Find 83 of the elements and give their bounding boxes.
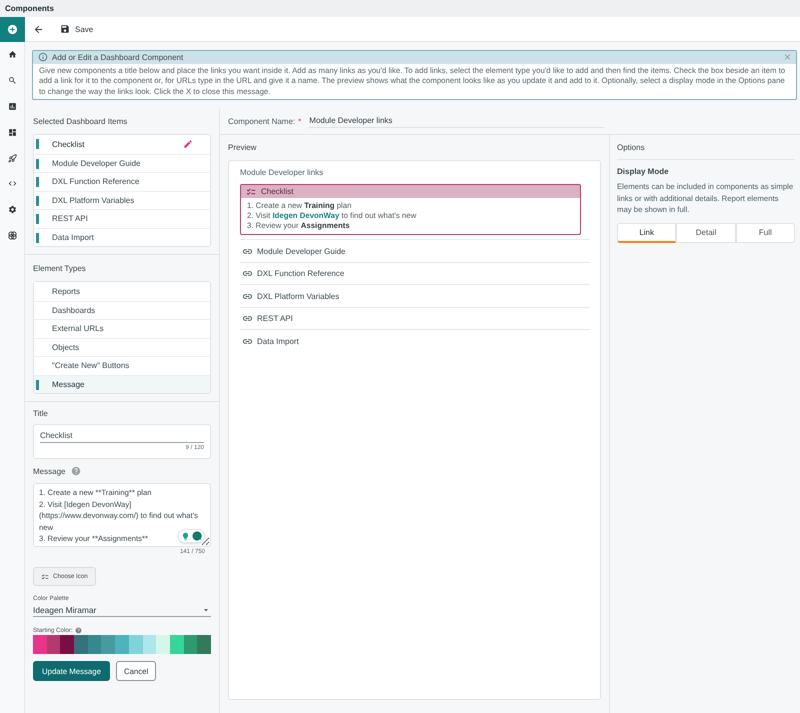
item-label: Data Import bbox=[52, 232, 94, 242]
pencil-icon[interactable] bbox=[183, 139, 193, 150]
item-label: External URLs bbox=[52, 324, 104, 334]
settings-icon bbox=[8, 205, 17, 214]
checklist-icon bbox=[246, 186, 256, 196]
back-arrow-icon bbox=[33, 24, 44, 34]
selection-marker bbox=[36, 214, 38, 224]
title-input[interactable]: Checklist bbox=[40, 429, 204, 443]
circles-icon bbox=[8, 230, 17, 240]
preview-link[interactable]: Module Developer Guide bbox=[257, 246, 346, 256]
name-input[interactable]: Module Developer links bbox=[309, 114, 604, 128]
lightbulb-icon bbox=[181, 532, 190, 540]
panel-heading: Preview bbox=[228, 143, 256, 152]
item-label: REST API bbox=[52, 214, 88, 224]
section-heading: Element Types bbox=[33, 264, 86, 272]
color-swatch[interactable] bbox=[128, 635, 142, 654]
preview-link[interactable]: Data Import bbox=[257, 336, 299, 346]
list-item[interactable]: Module Developer Guide bbox=[34, 154, 210, 172]
home-icon bbox=[8, 50, 17, 60]
color-swatch[interactable] bbox=[74, 635, 88, 654]
help-icon[interactable] bbox=[71, 466, 82, 476]
color-swatch[interactable] bbox=[184, 635, 198, 654]
color-swatch[interactable] bbox=[88, 635, 102, 654]
list-item[interactable]: Data Import bbox=[34, 228, 210, 246]
item-label: Message bbox=[52, 380, 84, 389]
message-title: Checklist bbox=[261, 187, 294, 196]
field-label: Title bbox=[33, 408, 48, 418]
color-swatch[interactable] bbox=[170, 635, 184, 654]
color-swatch[interactable] bbox=[197, 635, 211, 654]
item-label: Reports bbox=[52, 286, 80, 296]
selection-marker bbox=[36, 139, 38, 149]
rocket-icon bbox=[8, 154, 17, 163]
selection-marker bbox=[36, 177, 38, 187]
field-label: Message bbox=[33, 466, 66, 476]
assistant-badge[interactable] bbox=[178, 529, 205, 543]
color-swatch[interactable] bbox=[101, 635, 116, 654]
banner-title: Add or Edit a Dashboard Component bbox=[52, 52, 184, 62]
help-icon[interactable] bbox=[74, 627, 82, 634]
close-icon bbox=[783, 52, 792, 62]
item-label: Dashboards bbox=[52, 306, 96, 315]
info-icon bbox=[38, 52, 48, 62]
panel-heading: Options bbox=[617, 142, 645, 152]
dashboard-icon bbox=[8, 128, 17, 137]
save-button[interactable]: Save bbox=[57, 22, 96, 36]
chat-bubble-icon bbox=[192, 531, 202, 541]
mode-tab[interactable]: Detail bbox=[676, 222, 736, 242]
component-title: Module Developer links bbox=[240, 167, 324, 178]
color-swatch[interactable] bbox=[60, 635, 74, 654]
code-icon bbox=[8, 179, 17, 188]
add-icon bbox=[7, 24, 18, 35]
mode-tab[interactable]: Link bbox=[617, 222, 676, 242]
color-swatch[interactable] bbox=[33, 635, 47, 654]
item-label: Module Developer Guide bbox=[52, 158, 140, 168]
color-swatch[interactable] bbox=[142, 635, 156, 654]
search-icon bbox=[8, 76, 17, 86]
item-label: DXL Platform Variables bbox=[52, 196, 134, 205]
preview-link[interactable]: REST API bbox=[257, 314, 293, 324]
selection-marker bbox=[36, 380, 38, 390]
display-mode-label: Display Mode bbox=[617, 166, 670, 177]
selection-marker bbox=[36, 196, 38, 206]
preview-link[interactable]: DXL Function Reference bbox=[257, 269, 344, 278]
color-swatch[interactable] bbox=[156, 635, 170, 654]
item-label: "Create New" Buttons bbox=[52, 361, 130, 370]
selection-marker bbox=[36, 232, 38, 242]
field-label: Component Name: bbox=[228, 116, 296, 126]
section-heading: Selected Dashboard Items bbox=[33, 116, 128, 126]
bar-chart-icon bbox=[8, 102, 17, 111]
checklist-icon bbox=[41, 572, 49, 580]
item-label: Objects bbox=[52, 342, 80, 352]
list-item[interactable]: DXL Platform Variables bbox=[34, 190, 210, 209]
mode-tab[interactable]: Full bbox=[736, 222, 795, 242]
palette-select[interactable]: Ideagen Miramar bbox=[33, 603, 211, 617]
save-icon bbox=[60, 24, 70, 34]
close-button[interactable] bbox=[783, 52, 792, 62]
list-item[interactable]: Message bbox=[34, 374, 210, 393]
item-label: DXL Function Reference bbox=[52, 177, 140, 186]
app-title: Components bbox=[5, 4, 54, 13]
preview-link[interactable]: DXL Platform Variables bbox=[257, 292, 340, 301]
color-swatch[interactable] bbox=[46, 635, 60, 654]
selection-marker bbox=[36, 158, 38, 168]
color-swatch[interactable] bbox=[115, 635, 129, 654]
item-label: Checklist bbox=[52, 140, 84, 149]
required-mark: * bbox=[298, 116, 302, 126]
